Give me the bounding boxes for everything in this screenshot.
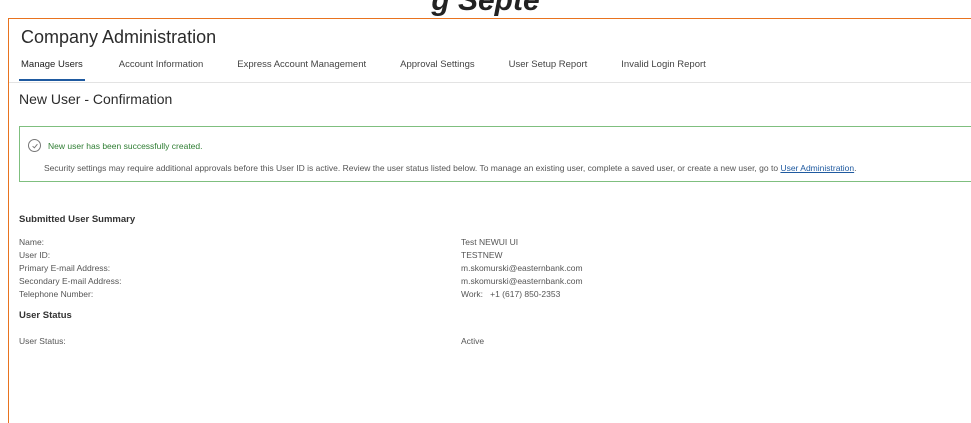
secondary-email-value: m.skomurski@easternbank.com: [461, 276, 583, 286]
tab-invalid-login-report[interactable]: Invalid Login Report: [621, 59, 706, 81]
app-title: Company Administration: [21, 27, 217, 47]
user-status-label: User Status:: [19, 336, 66, 346]
alert-message: Security settings may require additional…: [44, 163, 857, 173]
primary-email-value: m.skomurski@easternbank.com: [461, 263, 583, 273]
app-frame: Company Administration Manage Users Acco…: [8, 18, 971, 423]
tab-divider: [9, 82, 971, 83]
alert-message-text: Security settings may require additional…: [44, 163, 779, 173]
summary-section-title: Submitted User Summary: [19, 214, 136, 225]
tab-manage-users[interactable]: Manage Users: [19, 59, 85, 81]
cropped-caption: g Septe: [0, 0, 971, 18]
alert-header: New user has been successfully created.: [28, 139, 203, 152]
tab-express-account-management[interactable]: Express Account Management: [237, 59, 366, 81]
success-alert: New user has been successfully created. …: [19, 126, 971, 182]
tab-account-information[interactable]: Account Information: [119, 59, 204, 81]
page-title: New User - Confirmation: [19, 91, 173, 107]
user-id-value: TESTNEW: [461, 250, 503, 260]
user-id-label: User ID:: [19, 250, 51, 260]
status-section-title: User Status: [19, 310, 72, 321]
user-status-value: Active: [461, 336, 485, 346]
tab-bar: Manage Users Account Information Express…: [19, 59, 740, 81]
primary-email-label: Primary E-mail Address:: [19, 263, 111, 273]
tab-user-setup-report[interactable]: User Setup Report: [509, 59, 588, 81]
telephone-value: Work: +1 (617) 850-2353: [461, 289, 561, 299]
caption-text: g Septe: [431, 0, 540, 17]
alert-title: New user has been successfully created.: [48, 140, 203, 151]
user-administration-link[interactable]: User Administration: [780, 163, 854, 173]
name-value: Test NEWUI UI: [461, 237, 519, 247]
tab-approval-settings[interactable]: Approval Settings: [400, 59, 474, 81]
secondary-email-label: Secondary E-mail Address:: [19, 276, 122, 286]
name-label: Name:: [19, 237, 45, 247]
telephone-label: Telephone Number:: [19, 289, 94, 299]
check-circle-icon: [28, 139, 41, 152]
alert-message-suffix: .: [854, 163, 857, 173]
